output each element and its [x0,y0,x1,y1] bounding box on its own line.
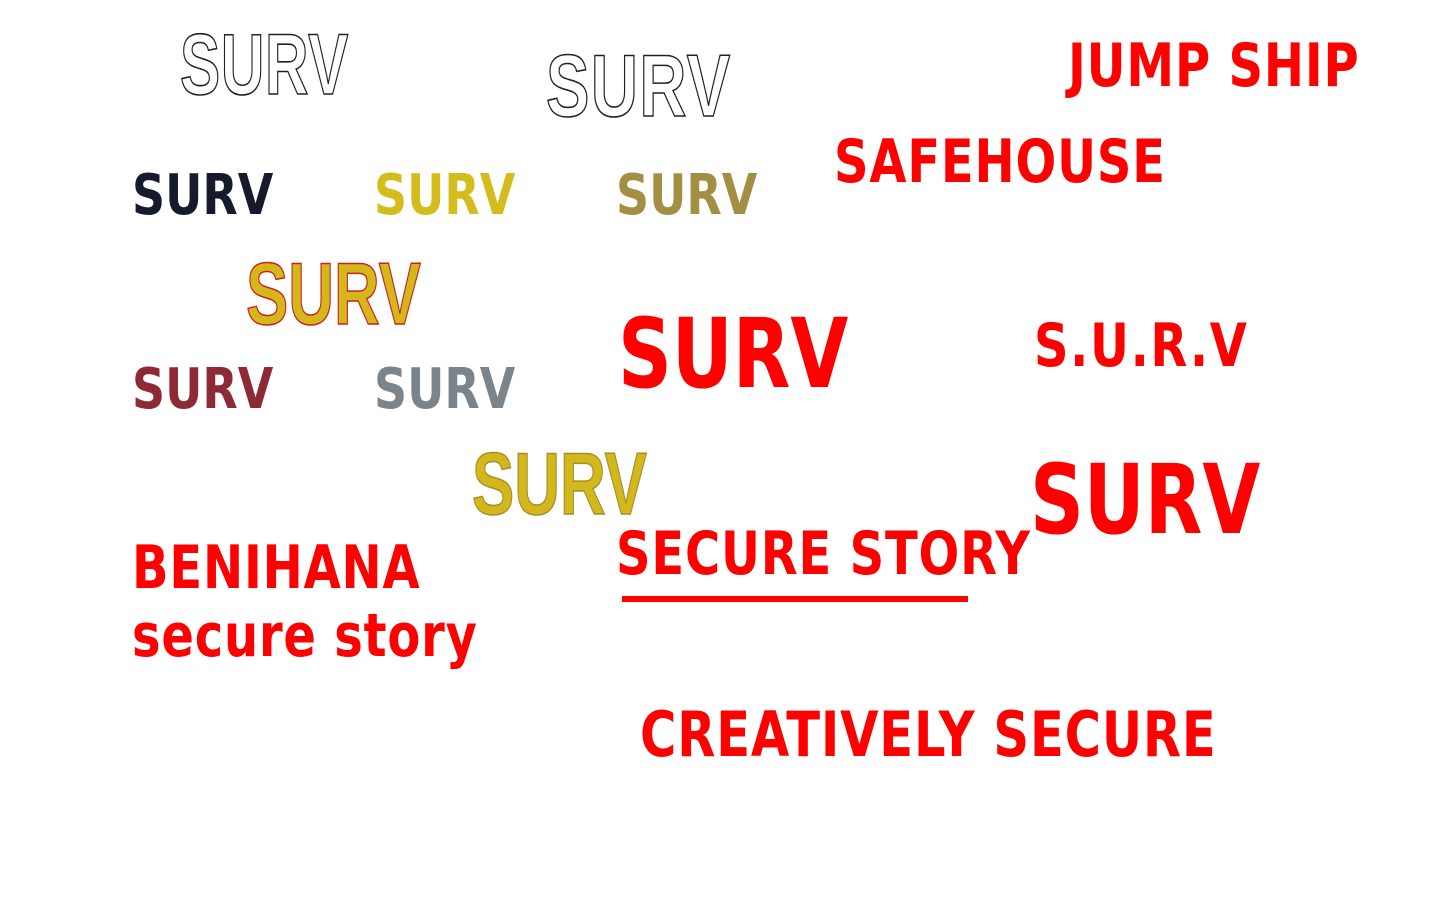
surv-yellow-wordmark: SURV [374,163,516,228]
outline-surv-wordmark-1: SURV [179,17,349,113]
surv-olive-wordmark: SURV [616,163,758,228]
surv-stylized-wordmark-1: SURV [618,298,849,410]
surv-dotted-wordmark: S.U.R.V [1034,311,1249,381]
secure-story-lowercase-wordmark: secure story [132,601,478,671]
surv-grey-wordmark: SURV [374,357,516,422]
outline-surv-wordmark-2: SURV [545,36,732,135]
logo-sheet: SURV SURV JUMP SHIP SURV SURV SURV SAFEH… [0,0,1440,900]
surv-navy-wordmark: SURV [132,163,274,228]
secure-story-uppercase-wordmark: SECURE STORY [616,519,1031,589]
surv-gold-red-outline-wordmark: SURV [245,244,421,343]
benihana-wordmark: BENIHANA [132,533,421,603]
secure-story-underline [622,596,968,602]
jump-ship-wordmark: JUMP SHIP [1068,31,1360,101]
surv-gold-outline-wordmark: SURV [471,434,647,533]
creatively-secure-wordmark: CREATIVELY SECURE [640,698,1217,771]
safehouse-wordmark: SAFEHOUSE [834,127,1166,197]
surv-stylized-wordmark-2: SURV [1030,444,1261,556]
surv-maroon-wordmark: SURV [132,357,274,422]
